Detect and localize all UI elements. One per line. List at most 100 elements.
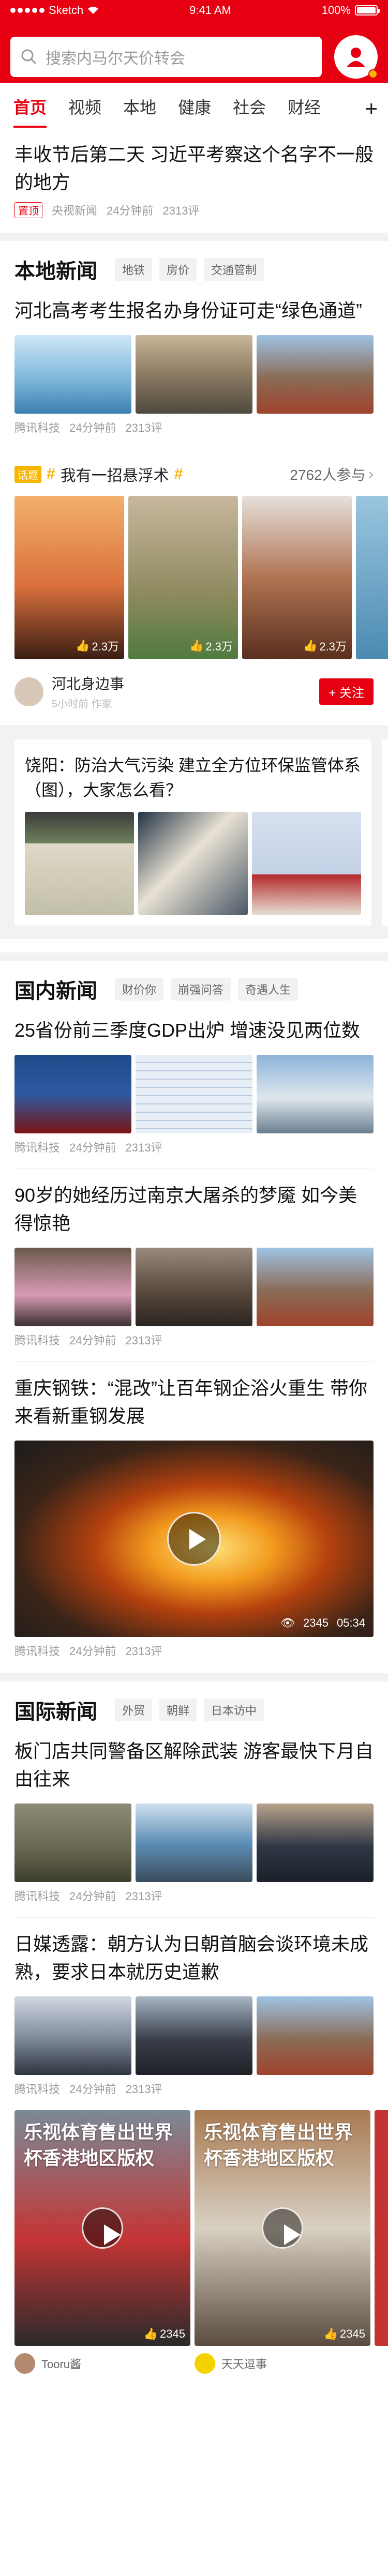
author-name[interactable]: 河北身边事 [52, 673, 124, 693]
feature-title[interactable]: 饶阳：防治大气污染 建立全方位环保监管体系（图），大家怎么看？ [14, 753, 371, 802]
feature-card[interactable]: 饶阳：防治大气污染 建立全方位环保监管体系（图），大家怎么看？ [14, 739, 371, 926]
play-icon[interactable] [262, 2207, 303, 2249]
avatar[interactable] [14, 2353, 35, 2374]
chip-japan-visit[interactable]: 日本访中 [204, 1699, 264, 1721]
video-player[interactable]: 👁 2345 05:34 [14, 1441, 374, 1637]
chip-qa[interactable]: 崩强问答 [171, 978, 231, 1001]
section-divider [0, 952, 388, 961]
tab-finance[interactable]: 财经 [288, 95, 321, 118]
gallery-card[interactable]: 👍 2.3万 [242, 496, 352, 659]
video-carousel[interactable]: 乐视体育售出世界杯香港地区版权 👍 2345 乐视体育售出世界杯香港地区版权 👍 2… [0, 2110, 388, 2346]
story-image[interactable] [136, 1248, 252, 1326]
chip-traffic[interactable]: 交通管制 [204, 258, 264, 281]
follow-button[interactable]: + 关注 [319, 678, 374, 705]
topic-participants: 2762人参与 [290, 467, 366, 483]
section-title: 国际新闻 [14, 1701, 97, 1723]
section-divider [0, 1673, 388, 1681]
author-row: 河北身边事 5小时前 作家 + 关注 [14, 673, 374, 710]
top-story-title[interactable]: 丰收节后第二天 习近平考察这个名字不一般的地方 [14, 141, 374, 196]
likes-count: 👍 2345 [323, 2327, 365, 2340]
story-source: 腾讯科技 [14, 2083, 61, 2096]
app-header: Sketch 9:41 AM 100% 搜索内马尔天价转会 [0, 0, 388, 83]
feature-carousel[interactable]: 饶阳：防治大气污染 建立全方位环保监管体系（图），大家怎么看？ 设 [0, 725, 388, 939]
story-title[interactable]: 重庆钢铁：“混改”让百年钢企浴火重生 带你来看新重钢发展 [14, 1374, 374, 1430]
feature-card-peek[interactable]: 设 [382, 739, 388, 926]
story-title[interactable]: 日媒透露：朝方认为日朝首脑会谈环境未成熟，要求日本就历史道歉 [14, 1930, 374, 1986]
section-title: 国内新闻 [14, 980, 97, 1003]
likes-count: 👍 2345 [143, 2327, 185, 2340]
story-title[interactable]: 90岁的她经历过南京大屠杀的梦魇 如今美得惊艳 [14, 1181, 374, 1237]
notification-dot [368, 69, 378, 79]
tab-home[interactable]: 首页 [13, 95, 47, 128]
gallery-card[interactable]: 👍 2.3万 [128, 496, 238, 659]
tab-video[interactable]: 视频 [68, 95, 101, 118]
video-card[interactable] [375, 2110, 388, 2346]
chip-north-korea[interactable]: 朝鲜 [159, 1699, 197, 1721]
user-avatar-button[interactable] [334, 35, 378, 79]
play-icon[interactable] [167, 1512, 221, 1566]
story-title[interactable]: 25省份前三季度GDP出炉 增速没见两位数 [14, 1017, 374, 1044]
story-time: 24分钟前 [69, 1141, 116, 1154]
topic-bar[interactable]: 话题 # 我有一招悬浮术 # 2762人参与 › [14, 463, 374, 486]
story-image[interactable] [257, 1996, 374, 2075]
top-story[interactable]: 丰收节后第二天 习近平考察这个名字不一般的地方 置顶 央视新闻 24分钟前 23… [0, 141, 388, 218]
story-image[interactable] [25, 812, 135, 915]
story-comments: 2313评 [125, 421, 162, 434]
avatar[interactable] [14, 677, 43, 706]
story-title[interactable]: 板门店共同警备区解除武装 游客最快下月自由往来 [14, 1737, 374, 1793]
story-image[interactable] [136, 1996, 252, 2075]
story-comments: 2313评 [125, 2083, 162, 2096]
story-source: 腾讯科技 [14, 1334, 61, 1347]
video-card[interactable]: 乐视体育售出世界杯香港地区版权 👍 2345 [195, 2110, 370, 2346]
topic-title[interactable]: 我有一招悬浮术 [61, 463, 169, 486]
story-image[interactable] [257, 1055, 374, 1133]
story-image[interactable] [136, 1804, 252, 1882]
search-input[interactable]: 搜索内马尔天价转会 [10, 37, 322, 77]
tab-society[interactable]: 社会 [233, 95, 266, 118]
story-image[interactable] [14, 1055, 131, 1133]
story-image[interactable] [257, 1248, 374, 1326]
video-info: 👁 2345 05:34 [280, 1616, 365, 1630]
chip-trade[interactable]: 外贸 [115, 1699, 153, 1721]
add-tab-icon[interactable]: + [365, 96, 378, 121]
tab-health[interactable]: 健康 [178, 95, 211, 118]
gallery-card[interactable]: 👍 2.3万 [14, 496, 124, 659]
play-icon[interactable] [82, 2207, 123, 2249]
story-image[interactable] [14, 1804, 131, 1882]
signal-icon [10, 8, 44, 13]
story-image[interactable] [138, 812, 248, 915]
video-duration: 05:34 [336, 1616, 365, 1629]
chip-housing[interactable]: 房价 [159, 258, 197, 281]
thumb-up-icon: 👍 [189, 639, 204, 652]
story-image[interactable] [14, 335, 131, 414]
story-image[interactable] [136, 335, 252, 414]
chip-finance[interactable]: 财价你 [115, 978, 164, 1001]
story-source: 腾讯科技 [14, 1141, 61, 1154]
carrier-label: Sketch [49, 4, 84, 17]
tab-local[interactable]: 本地 [123, 95, 156, 118]
story-image[interactable] [136, 1055, 252, 1133]
chip-subway[interactable]: 地铁 [115, 258, 153, 281]
video-card-title[interactable]: 乐视体育售出世界杯香港地区版权 [204, 2119, 361, 2171]
author-name[interactable]: 天天逗事 [221, 2355, 267, 2372]
hash-icon: # [47, 465, 55, 482]
local-story-title[interactable]: 河北高考考生报名办身份证可走“绿色通道” [14, 297, 374, 325]
topic-gallery[interactable]: 👍 2.3万 👍 2.3万 👍 2.3万 [0, 496, 388, 659]
pinned-badge: 置顶 [14, 202, 42, 218]
avatar[interactable] [195, 2353, 215, 2374]
likes-count: 👍 2.3万 [189, 639, 233, 653]
divider [14, 1917, 374, 1918]
story-image[interactable] [14, 1996, 131, 2075]
story-image[interactable] [14, 1248, 131, 1326]
chip-adventure[interactable]: 奇遇人生 [238, 978, 299, 1001]
story-source: 腾讯科技 [14, 421, 61, 434]
story-image[interactable] [251, 812, 361, 915]
story-image[interactable] [257, 1804, 374, 1882]
video-card-title[interactable]: 乐视体育售出世界杯香港地区版权 [24, 2119, 181, 2171]
user-icon [347, 48, 365, 67]
story-time: 24分钟前 [69, 421, 116, 434]
author-name[interactable]: Tooru酱 [41, 2355, 81, 2372]
gallery-card[interactable] [356, 496, 388, 659]
story-image[interactable] [257, 335, 374, 414]
video-card[interactable]: 乐视体育售出世界杯香港地区版权 👍 2345 [14, 2110, 190, 2346]
